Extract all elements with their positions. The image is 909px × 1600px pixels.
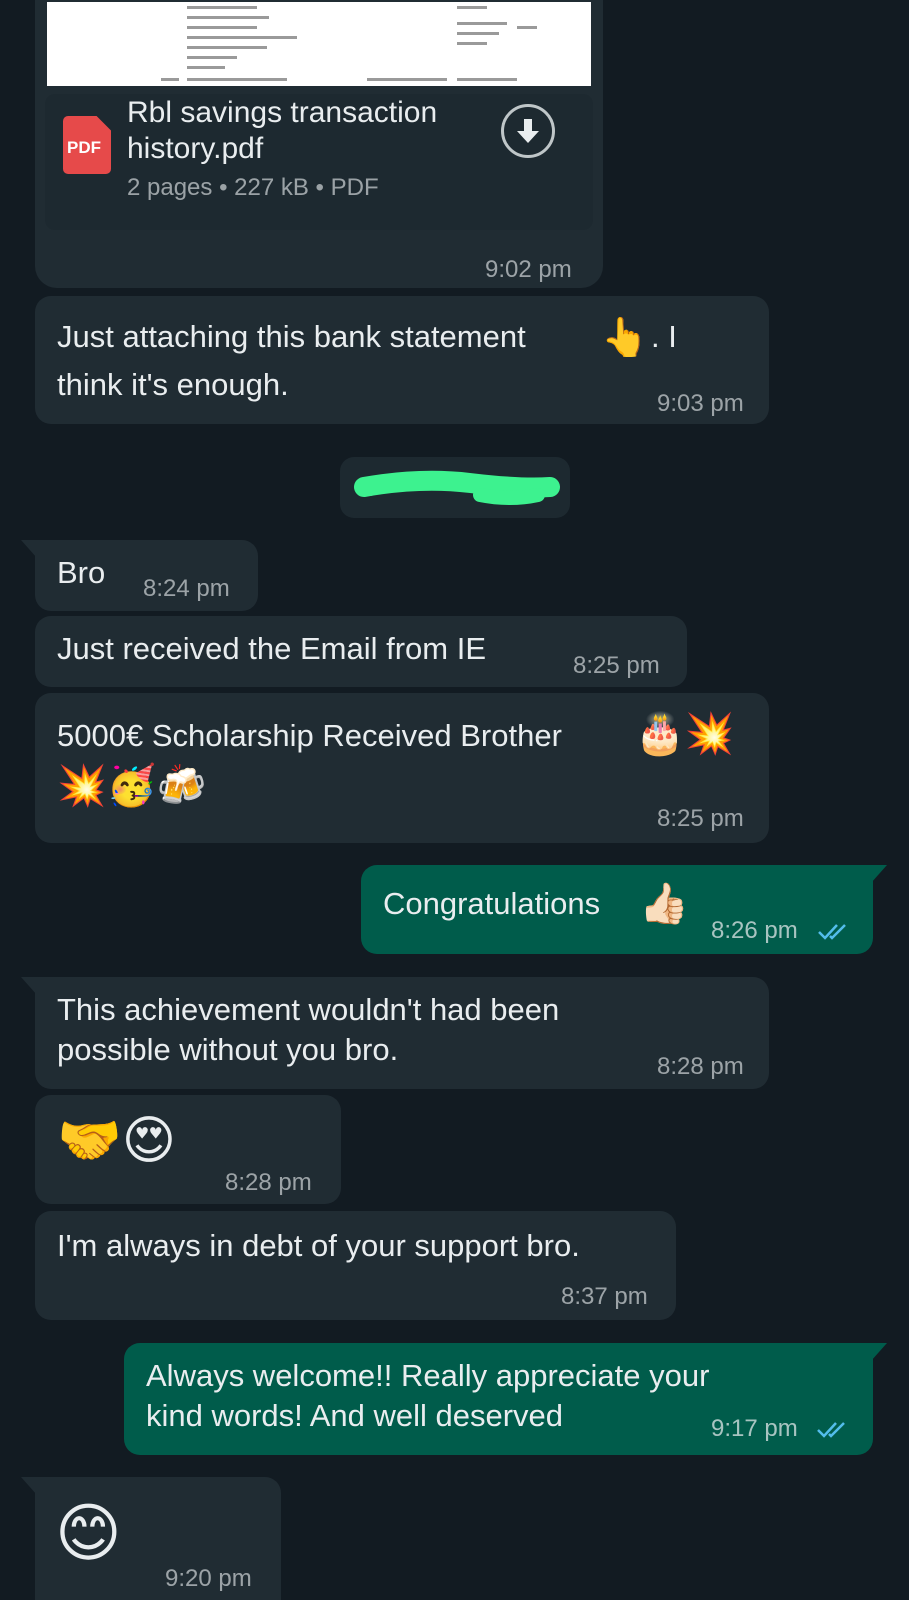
message-text: Just attaching this bank statement [57,319,526,354]
incoming-message[interactable]: I'm always in debt of your support bro. … [35,1211,676,1320]
message-text: think it's enough. [57,367,289,402]
message-time: 8:28 pm [225,1169,312,1196]
message-text: Bro [57,555,106,590]
message-text: I'm always in debt of your support bro. [57,1228,580,1263]
message-time: 9:20 pm [165,1565,252,1592]
pdf-filename-line2: history.pdf [127,132,264,165]
pdf-preview-lines [161,6,537,81]
incoming-message[interactable]: Just received the Email from IE 8:25 pm [35,616,687,687]
message-text: possible without you bro. [57,1032,399,1067]
celebration-emoji: 💥🥳🍻 [57,763,207,809]
incoming-message[interactable]: 😊 9:20 pm [21,1477,281,1600]
incoming-message[interactable]: 5000€ Scholarship Received Brother 🎂💥 💥🥳… [35,693,769,843]
message-text: Just received the Email from IE [57,631,486,666]
message-text-tail: . I [651,319,677,354]
download-arrow-icon[interactable] [501,104,555,158]
pointing-up-emoji: 👆 [601,315,649,359]
message-time: 9:03 pm [657,390,744,417]
outgoing-message[interactable]: Always welcome!! Really appreciate your … [124,1343,887,1455]
message-text: This achievement wouldn't had been [57,992,560,1027]
redaction-scribble [354,470,560,505]
incoming-message[interactable]: Bro 8:24 pm [21,540,258,611]
pdf-badge-text: PDF [67,138,101,157]
message-time: 8:25 pm [573,652,660,679]
pdf-preview-thumbnail[interactable] [47,2,591,86]
pdf-file-icon: PDF [63,116,111,174]
pdf-attachment-bubble[interactable]: PDF Rbl savings transaction history.pdf … [35,0,603,288]
message-text: 5000€ Scholarship Received Brother [57,718,562,753]
pdf-file-card[interactable]: PDF Rbl savings transaction history.pdf … [45,94,593,230]
smiling-face-emoji: 😊 [55,1497,122,1571]
message-text: Always welcome!! Really appreciate your [146,1358,710,1393]
message-time: 8:37 pm [561,1283,648,1310]
message-time: 8:26 pm [711,917,798,944]
incoming-message[interactable]: Just attaching this bank statement 👆 . I… [35,296,769,424]
message-text: kind words! And well deserved [146,1398,564,1433]
message-time: 8:24 pm [143,575,230,602]
outgoing-message[interactable]: Congratulations 👍🏻 8:26 pm [361,865,887,954]
read-receipt-icon [817,1422,845,1438]
message-time: 8:25 pm [657,805,744,832]
message-text: Congratulations [383,886,601,921]
message-time: 9:02 pm [485,256,572,283]
thumbs-up-emoji: 👍🏻 [639,881,689,927]
handshake-heart-eyes-emoji: 🤝😍 [57,1111,176,1171]
incoming-message[interactable]: 🤝😍 8:28 pm [35,1095,341,1204]
read-receipt-icon [818,924,846,940]
message-time: 8:28 pm [657,1053,744,1080]
message-time: 9:17 pm [711,1415,798,1442]
pdf-file-meta: 2 pages • 227 kB • PDF [127,174,379,201]
cake-and-collision-emoji: 🎂💥 [635,711,735,757]
incoming-message[interactable]: This achievement wouldn't had been possi… [21,977,769,1089]
date-chip-redacted [340,457,570,518]
